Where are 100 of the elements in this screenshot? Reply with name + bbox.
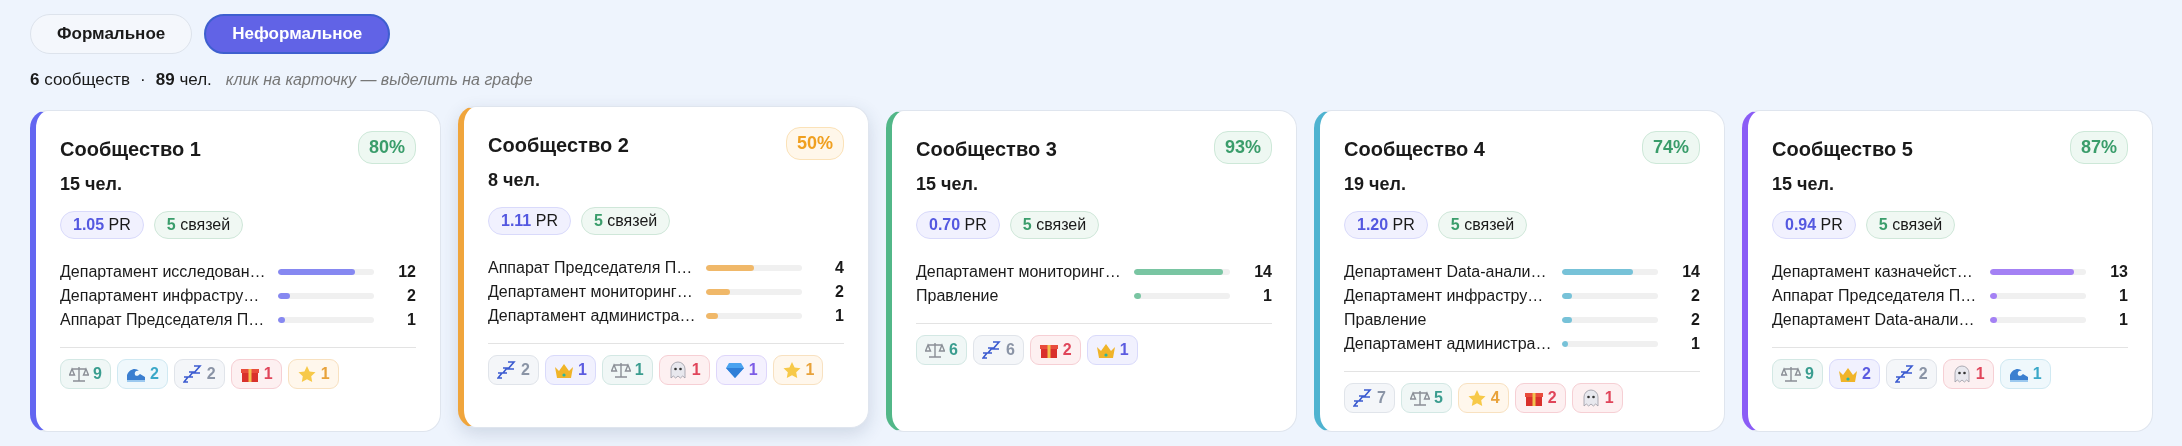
- sleep-icon: [497, 361, 517, 379]
- links-pill: 5 связей: [153, 211, 244, 239]
- trait-badge: 1: [544, 355, 596, 385]
- department-name: Правление: [916, 287, 1000, 305]
- trait-badge: 1: [230, 359, 282, 389]
- department-count: 2: [1690, 287, 1700, 305]
- community-card[interactable]: Сообщество 1 80% 15 чел. 1.05 PR 5 связей Департамент исследован… 12 Департамент инфрастру… 2 Аппарат Председателя П… 1 9 2 2 1 1: [30, 110, 441, 432]
- hint-text: клик на карточку — выделить на графе: [225, 71, 533, 89]
- star-icon: [1466, 389, 1487, 407]
- people-count: 89 чел.: [155, 70, 212, 90]
- card-title: Сообщество 4: [1344, 138, 1485, 161]
- trait-badge: 2: [116, 359, 168, 389]
- pr-pill: 1.05 PR: [60, 211, 144, 239]
- ghost-icon: [1580, 389, 1601, 407]
- trait-badge: 7: [1344, 383, 1395, 413]
- percent-badge: 74%: [1641, 131, 1700, 164]
- trait-badge: 2: [1029, 335, 1081, 365]
- percent-badge: 87%: [2069, 131, 2128, 164]
- sleep-icon: [1353, 389, 1373, 407]
- scales-icon: [69, 365, 89, 383]
- community-card[interactable]: Сообщество 2 50% 8 чел. 1.11 PR 5 связей Аппарат Председателя П… 4 Департамент мониторинг… 2 Департамент администра… 1 2 1 1 1 1 1: [458, 106, 869, 428]
- department-name: Департамент казначейст…: [1772, 263, 1974, 281]
- trait-badge: 2: [488, 355, 539, 385]
- links-pill: 5 связей: [1865, 211, 1956, 239]
- member-count: 15 чел.: [1772, 174, 1835, 195]
- trait-badge: 1: [287, 359, 339, 389]
- view-tab[interactable]: Формальное: [30, 14, 193, 54]
- department-count: 1: [1262, 287, 1272, 305]
- department-count: 14: [1253, 263, 1272, 281]
- trait-badge: 2: [173, 359, 225, 389]
- department-name: Департамент мониторинг…: [488, 283, 694, 301]
- trait-badge: 1: [1999, 359, 2051, 389]
- department-name: Департамент мониторинг…: [916, 263, 1122, 281]
- percent-badge: 80%: [357, 131, 416, 164]
- department-count: 2: [1690, 311, 1700, 329]
- sleep-icon: [1894, 365, 1915, 383]
- community-card[interactable]: Сообщество 3 93% 15 чел. 0.70 PR 5 связей Департамент мониторинг… 14 Правление 1 6 6 2 1: [886, 110, 1297, 432]
- ghost-icon: [1951, 365, 1972, 383]
- links-pill: 5 связей: [1009, 211, 1100, 239]
- department-count: 1: [406, 311, 416, 329]
- trait-badge: 1: [772, 355, 824, 385]
- department-name: Правление: [1344, 311, 1428, 329]
- community-card[interactable]: Сообщество 4 74% 19 чел. 1.20 PR 5 связей Департамент Data-анали… 14 Департамент инфрастру… 2 Правление 2 Департамент администра… 1 7 5 4 2 1: [1314, 110, 1725, 432]
- department-count: 1: [1690, 335, 1700, 353]
- star-icon: [781, 361, 802, 379]
- department-name: Аппарат Председателя П…: [60, 311, 266, 329]
- member-count: 19 чел.: [1344, 174, 1407, 195]
- card-title: Сообщество 1: [60, 138, 201, 161]
- card-title: Сообщество 3: [916, 138, 1057, 161]
- department-count: 13: [2109, 263, 2128, 281]
- trait-badge: 6: [972, 335, 1024, 365]
- community-count: 6 сообществ: [30, 70, 131, 90]
- pr-pill: 0.70 PR: [916, 211, 1000, 239]
- separator: ·: [140, 70, 146, 90]
- scales-icon: [1409, 389, 1430, 407]
- department-count: 2: [834, 283, 844, 301]
- department-name: Аппарат Председателя П…: [488, 259, 694, 277]
- ghost-icon: [667, 361, 688, 379]
- department-name: Департамент администра…: [488, 307, 697, 325]
- department-count: 2: [406, 287, 416, 305]
- department-name: Департамент Data-анали…: [1344, 263, 1548, 281]
- department-name: Департамент инфрастру…: [60, 287, 261, 305]
- trait-badge: 6: [916, 335, 967, 365]
- star-icon: [296, 365, 317, 383]
- department-name: Департамент Data-анали…: [1772, 311, 1976, 329]
- scales-icon: [610, 361, 631, 379]
- percent-badge: 93%: [1213, 131, 1272, 164]
- trait-badge: 9: [1772, 359, 1823, 389]
- trait-badge: 1: [1571, 383, 1623, 413]
- department-name: Департамент администра…: [1344, 335, 1553, 353]
- trait-badge: 9: [60, 359, 111, 389]
- trait-badge: 2: [1885, 359, 1937, 389]
- department-name: Департамент исследован…: [60, 263, 267, 281]
- sleep-icon: [182, 365, 203, 383]
- department-count: 14: [1681, 263, 1700, 281]
- department-name: Аппарат Председателя П…: [1772, 287, 1978, 305]
- percent-badge: 50%: [785, 127, 844, 160]
- department-count: 1: [2118, 311, 2128, 329]
- trait-badge: 2: [1514, 383, 1566, 413]
- pr-pill: 0.94 PR: [1772, 211, 1856, 239]
- scales-icon: [1781, 365, 1801, 383]
- links-pill: 5 связей: [580, 207, 671, 235]
- member-count: 15 чел.: [60, 174, 123, 195]
- trait-badge: 1: [1942, 359, 1994, 389]
- member-count: 8 чел.: [488, 170, 541, 191]
- member-count: 15 чел.: [916, 174, 979, 195]
- community-card[interactable]: Сообщество 5 87% 15 чел. 0.94 PR 5 связей Департамент казначейст… 13 Аппарат Председателя П… 1 Департамент Data-анали… 1 9 2 2 1 1: [1742, 110, 2153, 432]
- department-name: Департамент инфрастру…: [1344, 287, 1545, 305]
- department-count: 4: [834, 259, 844, 277]
- trait-badge: 4: [1457, 383, 1509, 413]
- department-count: 1: [2118, 287, 2128, 305]
- view-tab[interactable]: Неформальное: [204, 14, 391, 54]
- card-title: Сообщество 2: [488, 134, 629, 157]
- pr-pill: 1.20 PR: [1344, 211, 1428, 239]
- links-pill: 5 связей: [1437, 211, 1528, 239]
- trait-badge: 1: [658, 355, 710, 385]
- trait-badge: 1: [1086, 335, 1138, 365]
- trait-badge: 2: [1828, 359, 1880, 389]
- department-count: 12: [397, 263, 416, 281]
- trait-badge: 1: [715, 355, 767, 385]
